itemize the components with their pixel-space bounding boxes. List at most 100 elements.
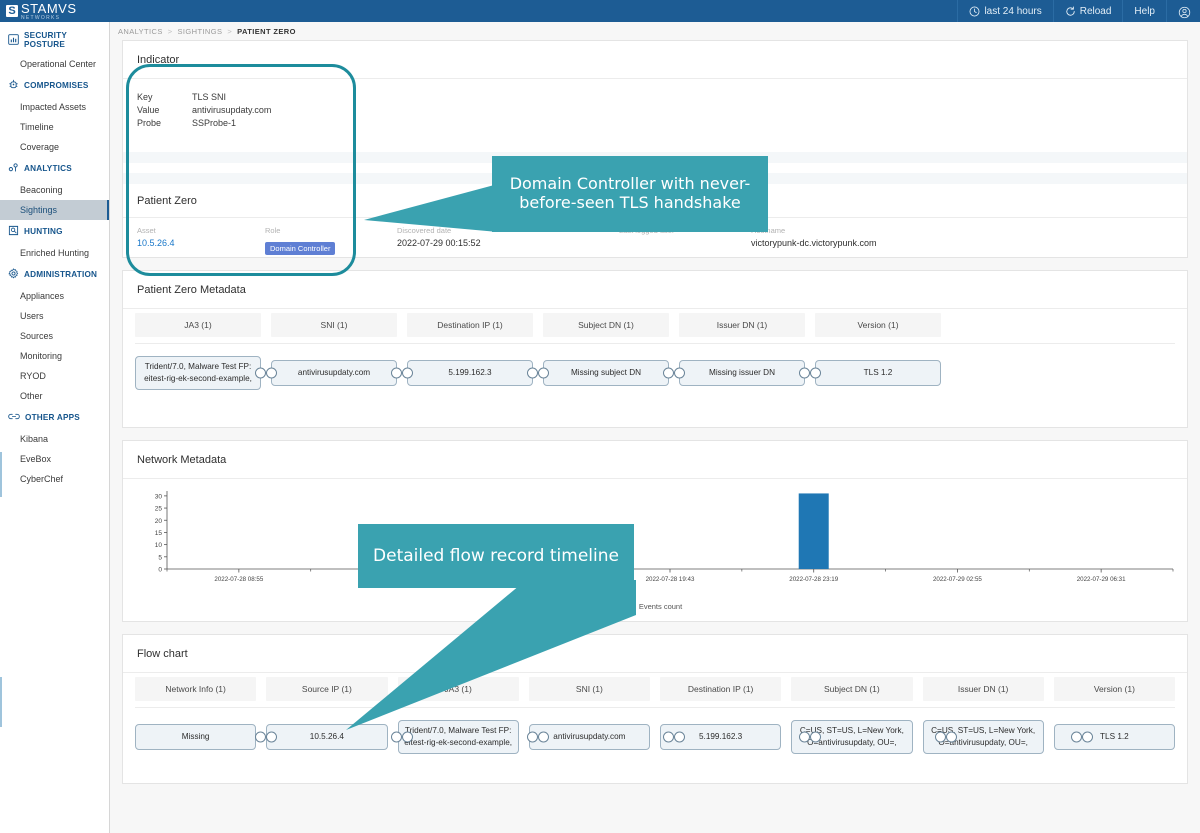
callout-flow-timeline: Detailed flow record timeline — [358, 524, 634, 588]
node-connector — [391, 367, 413, 379]
sidebar-group-analytics[interactable]: ANALYTICS — [0, 157, 109, 180]
field-label: Asset — [137, 226, 156, 235]
node-connector — [799, 731, 821, 743]
flow-column-header: Version (1) — [1053, 677, 1175, 701]
indicator-title: Indicator — [137, 54, 180, 66]
indicator-value-value: antivirusupdaty.com — [192, 105, 272, 115]
node-connector — [663, 367, 685, 379]
connector-dot-icon — [538, 367, 549, 379]
node-connector — [255, 367, 277, 379]
callout-text: Detailed flow record timeline — [373, 545, 619, 566]
svg-text:2022-07-29 06:31: 2022-07-29 06:31 — [1077, 576, 1126, 583]
callout-text: Domain Controller with never-before-seen… — [509, 174, 751, 212]
sidebar-item-impacted-assets[interactable]: Impacted Assets — [0, 97, 109, 117]
sidebar-item-monitoring[interactable]: Monitoring — [0, 346, 109, 366]
indicator-key-values: Key TLS SNI Value antivirusupdaty.com Pr… — [123, 79, 1187, 152]
connector-dot-icon — [935, 731, 946, 743]
logo-title: STAMVS — [21, 0, 77, 16]
node-connector — [1071, 731, 1093, 743]
sidebar-item-timeline[interactable]: Timeline — [0, 117, 109, 137]
connector-dot-icon — [799, 367, 810, 379]
flow-column-header: Subject DN (1) — [791, 677, 913, 701]
time-range-selector[interactable]: last 24 hours — [957, 0, 1052, 22]
svg-text:0: 0 — [158, 567, 162, 574]
sidebar-group-label: ANALYTICS — [24, 164, 72, 173]
bar-chart-icon — [8, 33, 19, 47]
flow-column-header: Network Info (1) — [135, 677, 257, 701]
chart-canvas: 0510152025302022-07-28 08:55 2022-07-28 1… — [155, 491, 1174, 583]
node-connector — [255, 731, 277, 743]
sidebar-item-sources[interactable]: Sources — [0, 326, 109, 346]
sidebar-item-kibana[interactable]: Kibana — [0, 429, 109, 449]
svg-text:15: 15 — [155, 530, 163, 537]
reload-label: Reload — [1079, 5, 1112, 17]
sidebar-item-evebox[interactable]: EveBox — [0, 449, 109, 469]
connector-dot-icon — [391, 367, 402, 379]
sidebar-item-cyberchef[interactable]: CyberChef — [0, 469, 109, 489]
sidebar-group-other-apps[interactable]: OTHER APPS — [0, 406, 109, 429]
user-icon — [1178, 6, 1191, 18]
sidebar-group-hunting[interactable]: HUNTING — [0, 220, 109, 243]
svg-text:25: 25 — [155, 506, 163, 513]
breadcrumb-sightings[interactable]: SIGHTINGS — [178, 27, 223, 36]
metadata-header-row: JA3 (1) SNI (1) Destination IP (1) Subje… — [135, 313, 1175, 344]
metadata-node[interactable]: TLS 1.2 — [815, 360, 941, 386]
indicator-probe-value: SSProbe-1 — [192, 118, 237, 128]
indicator-row: Value antivirusupdaty.com — [137, 104, 1173, 117]
connector-dot-icon — [266, 367, 277, 379]
status-badge: Domain Controller — [265, 242, 336, 255]
connector-dot-icon — [674, 731, 685, 743]
patient-zero-field-asset: Asset 10.5.26.4 — [137, 226, 265, 256]
help-button[interactable]: Help — [1122, 0, 1166, 22]
top-bar: S STAMVS NETWORKS last 24 hours Reload H… — [0, 0, 1200, 22]
sidebar-item-ryod[interactable]: RYOD — [0, 366, 109, 386]
top-bar-actions: last 24 hours Reload Help — [957, 0, 1200, 22]
sidebar-item-appliances[interactable]: Appliances — [0, 286, 109, 306]
sidebar-item-enriched-hunting[interactable]: Enriched Hunting — [0, 243, 109, 263]
connector-dot-icon — [255, 367, 266, 379]
sidebar-group-administration[interactable]: ADMINISTRATION — [0, 263, 109, 286]
sidebar-group-label: HUNTING — [24, 227, 63, 236]
time-range-label: last 24 hours — [984, 5, 1042, 17]
sidebar-item-beaconing[interactable]: Beaconing — [0, 180, 109, 200]
breadcrumb-analytics[interactable]: ANALYTICS — [118, 27, 163, 36]
sidebar-group-compromises[interactable]: COMPROMISES — [0, 74, 109, 97]
sidebar-item-coverage[interactable]: Coverage — [0, 137, 109, 157]
sidebar-item-operational-center[interactable]: Operational Center — [0, 54, 109, 74]
metadata-column-header: Version (1) — [815, 313, 941, 337]
user-menu-button[interactable] — [1166, 0, 1200, 22]
sidebar-group-label: COMPROMISES — [24, 81, 89, 90]
metadata-node[interactable]: Trident/7.0, Malware Test FP: eitest-rig… — [135, 356, 261, 390]
metadata-node[interactable]: Missing subject DN — [543, 360, 669, 386]
gear-icon — [8, 268, 19, 281]
svg-text:2022-07-28 23:19: 2022-07-28 23:19 — [789, 576, 838, 583]
field-value: victorypunk-dc.victorypunk.com — [751, 238, 877, 248]
metadata-node[interactable]: antivirusupdaty.com — [271, 360, 397, 386]
reload-button[interactable]: Reload — [1052, 0, 1123, 22]
breadcrumb-patient-zero: PATIENT ZERO — [237, 26, 296, 36]
indicator-value-label: Value — [137, 105, 160, 115]
sidebar-group-label: ADMINISTRATION — [24, 270, 98, 279]
svg-text:10: 10 — [155, 542, 163, 549]
connector-dot-icon — [266, 731, 277, 743]
sidebar-item-users[interactable]: Users — [0, 306, 109, 326]
sidebar: SECURITY POSTURE Operational Center COMP… — [0, 22, 110, 833]
sidebar-item-other[interactable]: Other — [0, 386, 109, 406]
app-logo[interactable]: S STAMVS NETWORKS — [0, 2, 77, 21]
node-connector — [663, 731, 685, 743]
flow-column-header: Issuer DN (1) — [922, 677, 1044, 701]
metadata-node[interactable]: 5.199.162.3 — [407, 360, 533, 386]
metadata-node[interactable]: Missing issuer DN — [679, 360, 805, 386]
svg-text:5: 5 — [158, 554, 162, 561]
node-connector — [527, 367, 549, 379]
flow-node[interactable]: Missing — [135, 724, 257, 750]
sidebar-item-sightings[interactable]: Sightings — [0, 200, 109, 220]
field-label: Hostname — [751, 226, 786, 235]
sidebar-group-label: SECURITY POSTURE — [24, 31, 67, 49]
metadata-column-header: Destination IP (1) — [407, 313, 533, 337]
hunting-icon — [8, 225, 19, 238]
refresh-icon — [1065, 6, 1076, 17]
field-value[interactable]: 10.5.26.4 — [137, 238, 265, 248]
sidebar-group-security-posture[interactable]: SECURITY POSTURE — [0, 26, 109, 54]
indicator-key-label: Key — [137, 92, 153, 102]
